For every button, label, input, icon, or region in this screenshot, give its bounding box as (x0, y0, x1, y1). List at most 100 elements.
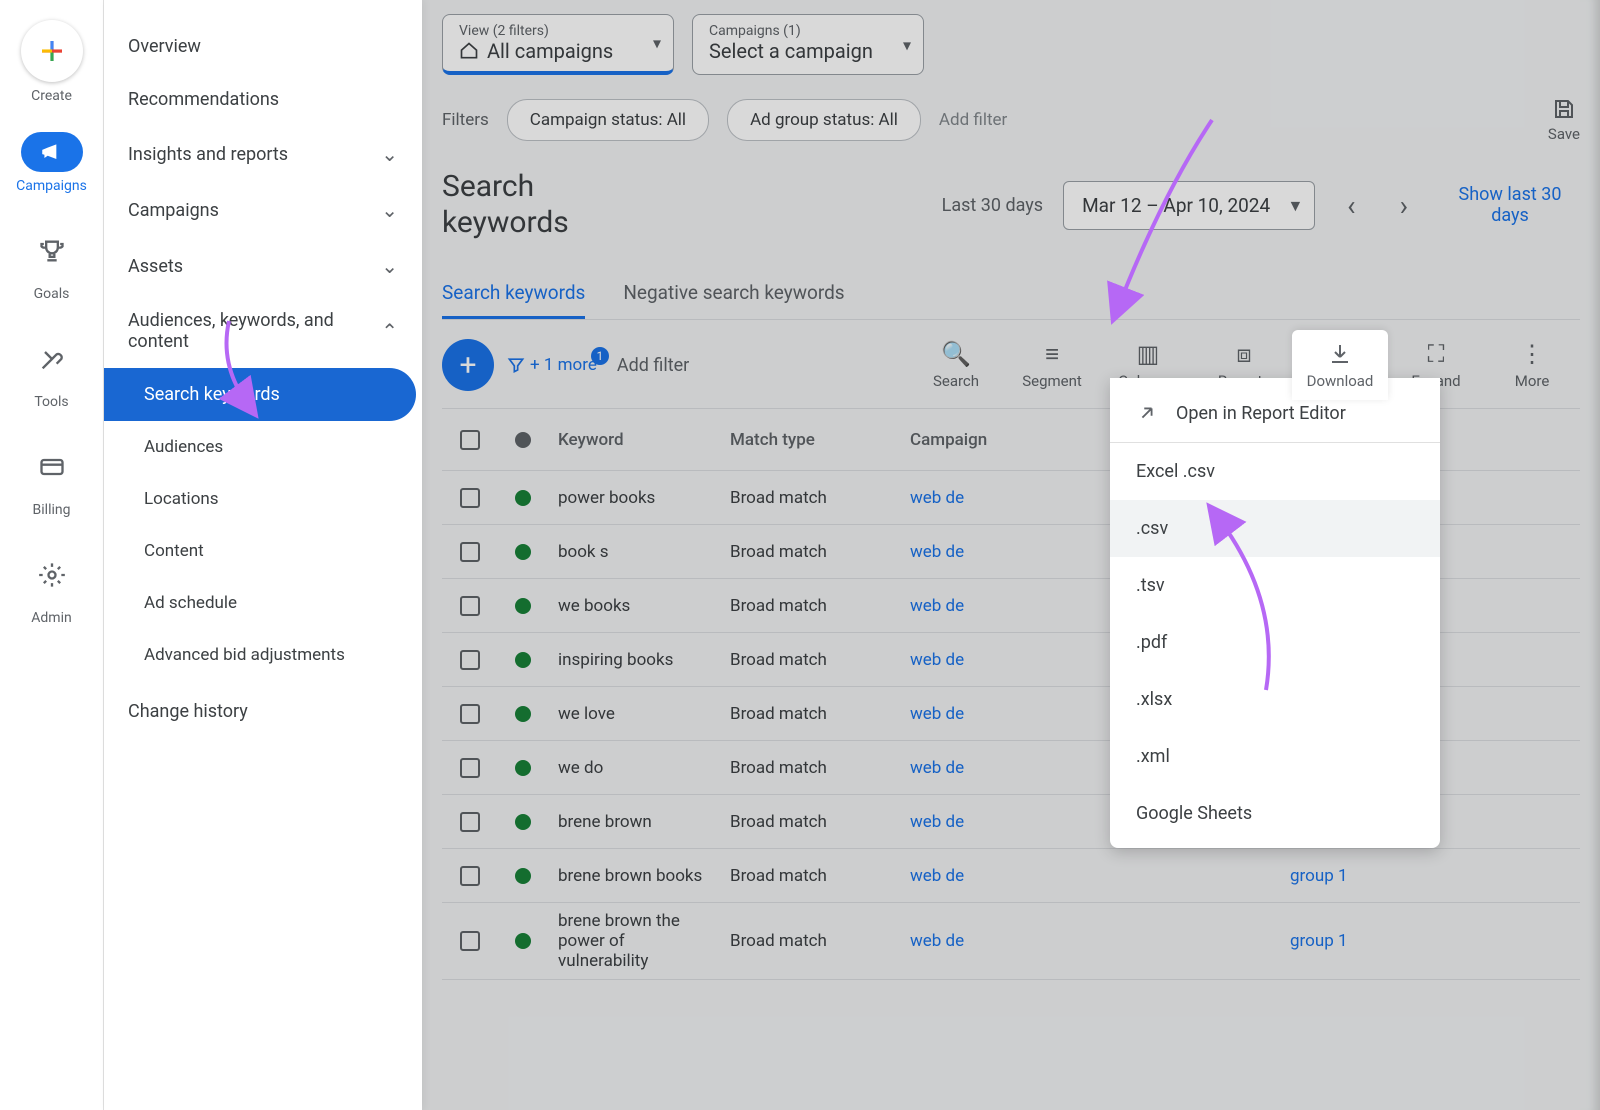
download-tsv[interactable]: .tsv (1110, 557, 1440, 614)
dl-label: .xlsx (1136, 689, 1172, 710)
status-dot (515, 933, 531, 949)
columns-icon: ▥ (1137, 340, 1160, 368)
rail-campaigns[interactable]: Campaigns (16, 132, 87, 194)
cell-match: Broad match (720, 858, 900, 894)
admin-label: Admin (31, 610, 71, 626)
download-google-sheets[interactable]: Google Sheets (1110, 785, 1440, 842)
cell-match: Broad match (720, 480, 900, 516)
cell-campaign[interactable]: web de (900, 923, 1280, 959)
row-checkbox[interactable] (460, 931, 480, 951)
col-keyword[interactable]: Keyword (548, 422, 720, 458)
row-checkbox[interactable] (460, 542, 480, 562)
dropdown-icon: ▾ (1291, 194, 1301, 217)
plus-one-more-filter[interactable]: + 1 more 1 (506, 355, 597, 375)
trophy-icon (38, 237, 66, 265)
dropdown-icon: ▾ (903, 35, 911, 54)
chevron-down-icon: ⌄ (381, 254, 398, 278)
dl-label: Google Sheets (1136, 803, 1252, 824)
tab-search-keywords[interactable]: Search keywords (442, 269, 585, 319)
view-selector[interactable]: View (2 filters) All campaigns ▾ (442, 14, 674, 75)
filter-chip-adgroup-status[interactable]: Ad group status: All (727, 99, 921, 141)
cell-keyword: we do (548, 750, 720, 786)
sidebar-item-campaigns[interactable]: Campaigns⌄ (104, 182, 422, 238)
row-checkbox[interactable] (460, 596, 480, 616)
sidebar-item-recommendations[interactable]: Recommendations (104, 73, 422, 126)
tool-search[interactable]: 🔍Search (908, 340, 1004, 390)
card-icon (38, 453, 66, 481)
toolbar-add-filter[interactable]: Add filter (617, 355, 689, 376)
sidebar-item-insights[interactable]: Insights and reports ⌄ (104, 126, 422, 182)
open-icon (1136, 402, 1158, 424)
view-selector-small: View (2 filters) (459, 23, 657, 39)
download-xml[interactable]: .xml (1110, 728, 1440, 785)
sidebar-item-change-history[interactable]: Change history (104, 685, 422, 738)
row-checkbox[interactable] (460, 488, 480, 508)
prev-arrow[interactable]: ‹ (1335, 189, 1367, 222)
sidebar-item-content[interactable]: Content (104, 525, 422, 577)
row-checkbox[interactable] (460, 704, 480, 724)
table-row[interactable]: brene brown books Broad match web de gro… (442, 849, 1580, 903)
expand-icon: ⛶ (1428, 340, 1445, 368)
cell-group[interactable]: group 1 (1280, 923, 1420, 959)
table-row[interactable]: brene brown the power of vulnerability B… (442, 903, 1580, 980)
tool-label: Search (933, 372, 979, 390)
download-xlsx[interactable]: .xlsx (1110, 671, 1440, 728)
status-dot (515, 868, 531, 884)
rail-billing[interactable]: Billing (23, 438, 81, 518)
select-all-checkbox[interactable] (460, 430, 480, 450)
create-label: Create (31, 88, 72, 104)
sidebar-item-overview[interactable]: Overview (104, 20, 422, 73)
campaigns-label: Campaigns (16, 178, 87, 194)
cell-keyword: brene brown (548, 804, 720, 840)
cell-match: Broad match (720, 696, 900, 732)
cell-keyword: inspiring books (548, 642, 720, 678)
row-checkbox[interactable] (460, 650, 480, 670)
date-range-selector[interactable]: Mar 12 – Apr 10, 2024 ▾ (1063, 181, 1315, 230)
campaign-selector[interactable]: Campaigns (1) Select a campaign ▾ (692, 14, 924, 75)
create-button[interactable]: Create (21, 20, 83, 104)
row-checkbox[interactable] (460, 812, 480, 832)
sidebar-item-locations[interactable]: Locations (104, 473, 422, 525)
add-filter-link[interactable]: Add filter (939, 110, 1007, 130)
rail-goals[interactable]: Goals (23, 222, 81, 302)
tab-negative-keywords[interactable]: Negative search keywords (623, 269, 844, 319)
chevron-down-icon: ⌄ (381, 142, 398, 166)
dl-label: Excel .csv (1136, 461, 1215, 482)
next-arrow[interactable]: › (1388, 189, 1420, 222)
status-dot (515, 490, 531, 506)
row-checkbox[interactable] (460, 866, 480, 886)
sidebar-label: Insights and reports (128, 144, 288, 165)
download-csv[interactable]: .csv (1110, 500, 1440, 557)
cell-group[interactable]: group 1 (1280, 858, 1420, 894)
dl-label: .csv (1136, 518, 1168, 539)
home-icon (459, 41, 479, 61)
sidebar-item-ad-schedule[interactable]: Ad schedule (104, 577, 422, 629)
cell-match: Broad match (720, 923, 900, 959)
status-header-dot (515, 432, 531, 448)
save-button[interactable]: Save (1548, 97, 1580, 143)
show-last-link[interactable]: Show last 30 days (1440, 184, 1580, 226)
col-match[interactable]: Match type (720, 422, 900, 458)
download-pdf[interactable]: .pdf (1110, 614, 1440, 671)
campaign-selector-small: Campaigns (1) (709, 23, 907, 39)
date-range-value: Mar 12 – Apr 10, 2024 (1082, 194, 1270, 217)
segment-icon: ≡ (1045, 340, 1059, 368)
row-checkbox[interactable] (460, 758, 480, 778)
add-fab[interactable]: + (442, 339, 494, 391)
tool-segment[interactable]: ≡Segment (1004, 340, 1100, 390)
tools-icon (38, 345, 66, 373)
download-excel-csv[interactable]: Excel .csv (1110, 443, 1440, 500)
cell-campaign[interactable]: web de (900, 858, 1280, 894)
download-open-report-editor[interactable]: Open in Report Editor (1110, 384, 1440, 442)
sidebar-item-bid-adjustments[interactable]: Advanced bid adjustments (104, 629, 422, 681)
rail-admin[interactable]: Admin (23, 546, 81, 626)
tool-download[interactable]: Download (1292, 330, 1388, 400)
status-dot (515, 652, 531, 668)
rail-tools[interactable]: Tools (23, 330, 81, 410)
sidebar-item-assets[interactable]: Assets⌄ (104, 238, 422, 294)
download-menu: Open in Report Editor Excel .csv .csv .t… (1110, 378, 1440, 848)
filter-chip-campaign-status[interactable]: Campaign status: All (507, 99, 709, 141)
filter-icon (506, 355, 526, 375)
tool-more[interactable]: ⋮More (1484, 340, 1580, 390)
sidebar-label: Advanced bid adjustments (144, 645, 345, 665)
